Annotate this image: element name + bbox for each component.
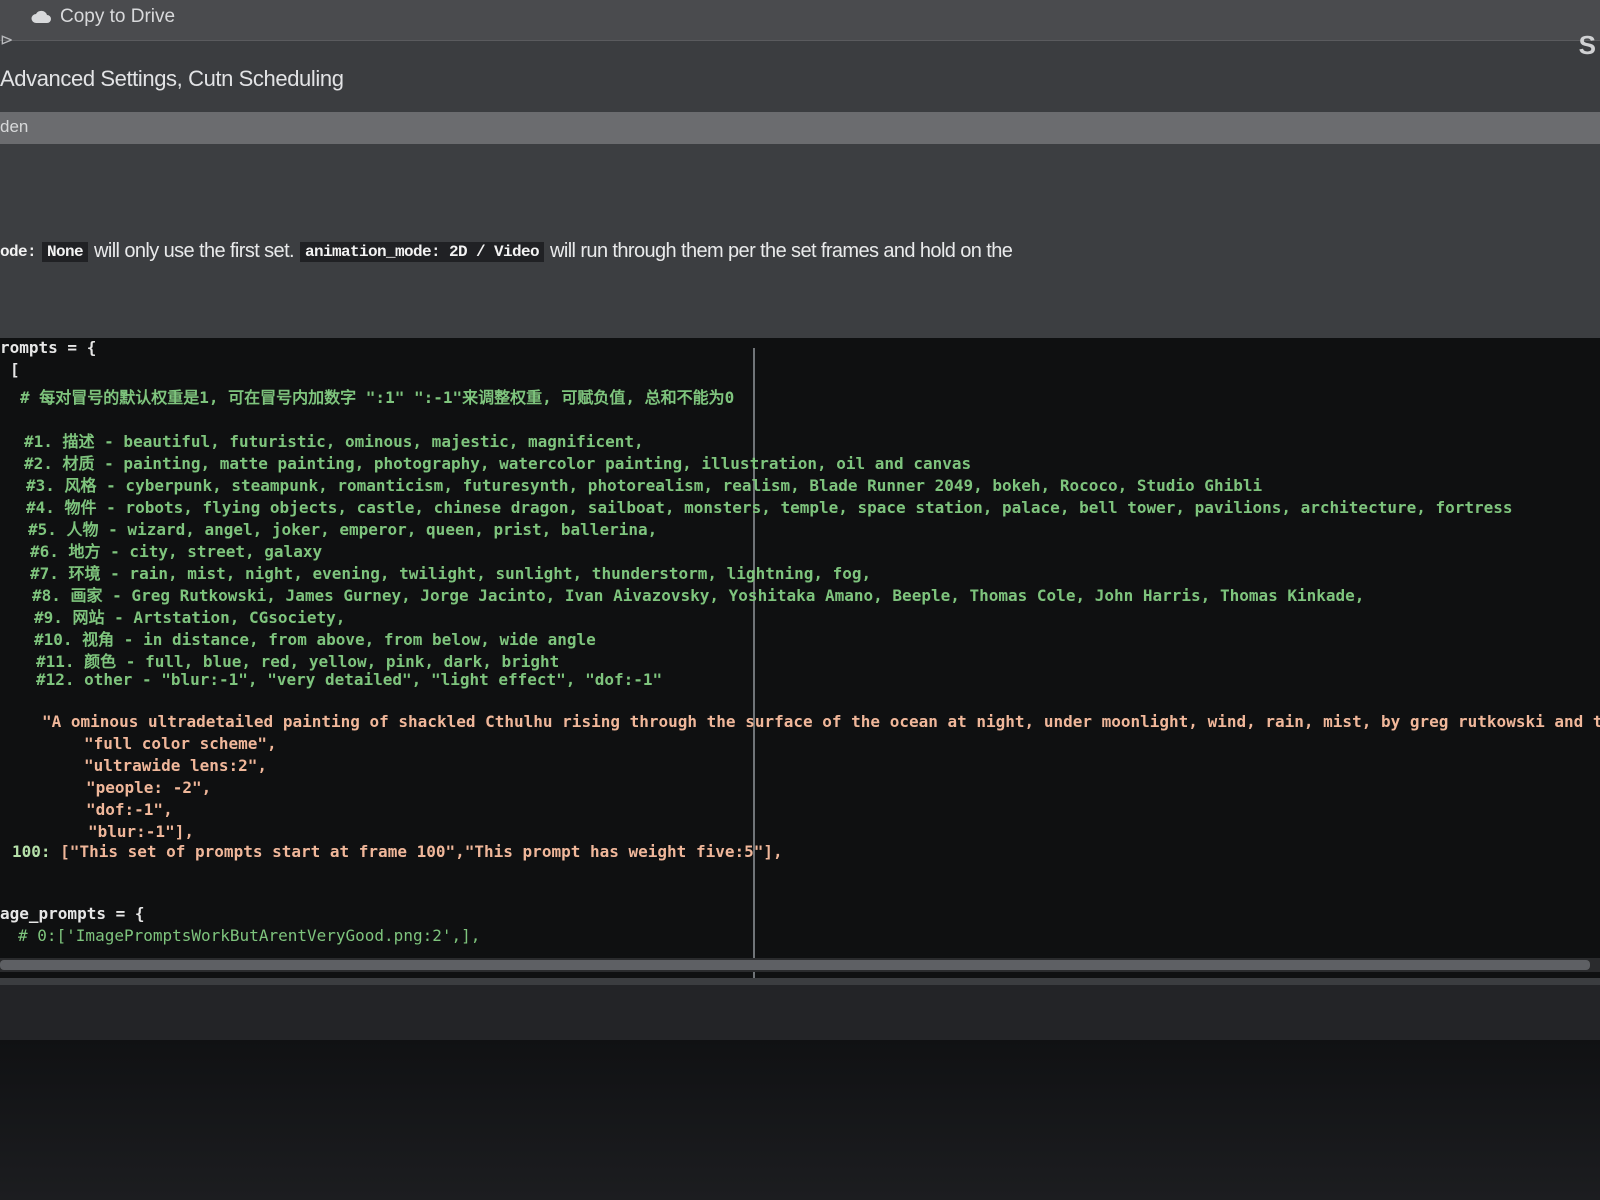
markdown-cell: ode: None will only use the first set. a… (0, 144, 1600, 340)
hidden-cells-label: den (0, 117, 29, 136)
line-length-ruler (753, 348, 755, 978)
notebook-screen: Copy to Drive ⊳ S Advanced Settings, Cut… (0, 0, 1600, 1040)
frame-100-line: 100: ["This set of prompts start at fram… (12, 842, 783, 861)
open-bracket: [ (10, 360, 20, 379)
hidden-cells-bar[interactable]: den (0, 112, 1600, 144)
mode-prefix: ode: (0, 242, 37, 261)
code-cell[interactable]: rompts = { [ # 每对冒号的默认权重是1, 可在冒号内加数字 ":1… (0, 338, 1600, 978)
toolbar: Copy to Drive (0, 0, 1600, 41)
main-prompt-string: "A ominous ultradetailed painting of sha… (42, 712, 1600, 731)
none-chip: None (42, 241, 89, 262)
collapse-arrow-icon[interactable]: ⊳ (0, 30, 13, 50)
tag-line: #9. 网站 - Artstation, CGsociety, (34, 608, 346, 627)
description-text-1: will only use the first set. (94, 240, 295, 262)
tag-line: #1. 描述 - beautiful, futuristic, ominous,… (24, 432, 644, 451)
description-line: ode: None will only use the first set. a… (0, 240, 1013, 263)
prompt-item: "full color scheme", (84, 734, 277, 753)
scrollbar-thumb[interactable] (0, 960, 1590, 970)
copy-to-drive-button[interactable]: Copy to Drive (30, 4, 175, 30)
tag-line: #12. other - "blur:-1", "very detailed",… (36, 670, 663, 689)
horizontal-scrollbar[interactable] (0, 958, 1600, 972)
tag-line: #6. 地方 - city, street, galaxy (30, 542, 323, 561)
weight-comment: # 每对冒号的默认权重是1, 可在冒号内加数字 ":1" ":-1"来调整权重,… (20, 388, 735, 407)
tag-line: #4. 物件 - robots, flying objects, castle,… (26, 498, 1513, 517)
image-prompts-comment: # 0:['ImagePromptsWorkButArentVeryGood.p… (18, 926, 481, 945)
prompt-item: "ultrawide lens:2", (84, 756, 268, 775)
tag-line: #10. 视角 - in distance, from above, from … (34, 630, 596, 649)
prompt-item: "people: -2", (86, 778, 212, 797)
tag-line: #2. 材质 - painting, matte painting, photo… (24, 454, 972, 473)
prompt-item: "dof:-1", (86, 800, 173, 819)
tag-line: #7. 环境 - rain, mist, night, evening, twi… (30, 564, 872, 583)
tag-line: #3. 风格 - cyberpunk, steampunk, romantici… (26, 476, 1263, 495)
monitor-bezel (0, 1040, 1600, 1200)
cloud-icon (30, 9, 52, 25)
image-prompts-declaration: age_prompts = { (0, 904, 145, 923)
frame-100-value: ["This set of prompts start at frame 100… (60, 842, 783, 861)
tag-line: #8. 画家 - Greg Rutkowski, James Gurney, J… (32, 586, 1365, 605)
settings-s-glyph: S (1578, 30, 1596, 60)
description-text-2: will run through them per the set frames… (550, 240, 1013, 262)
prompt-item: "blur:-1"], (88, 822, 194, 841)
next-cell-area (0, 985, 1600, 1040)
section-title: Advanced Settings, Cutn Scheduling (0, 66, 344, 91)
animation-mode-chip: animation_mode: 2D / Video (299, 241, 545, 262)
tag-line: #5. 人物 - wizard, angel, joker, emperor, … (28, 520, 658, 539)
tag-line: #11. 颜色 - full, blue, red, yellow, pink,… (36, 652, 560, 671)
copy-to-drive-label: Copy to Drive (60, 6, 176, 27)
frame-100-key: 100: (12, 842, 51, 861)
prompts-declaration: rompts = { (0, 338, 97, 357)
